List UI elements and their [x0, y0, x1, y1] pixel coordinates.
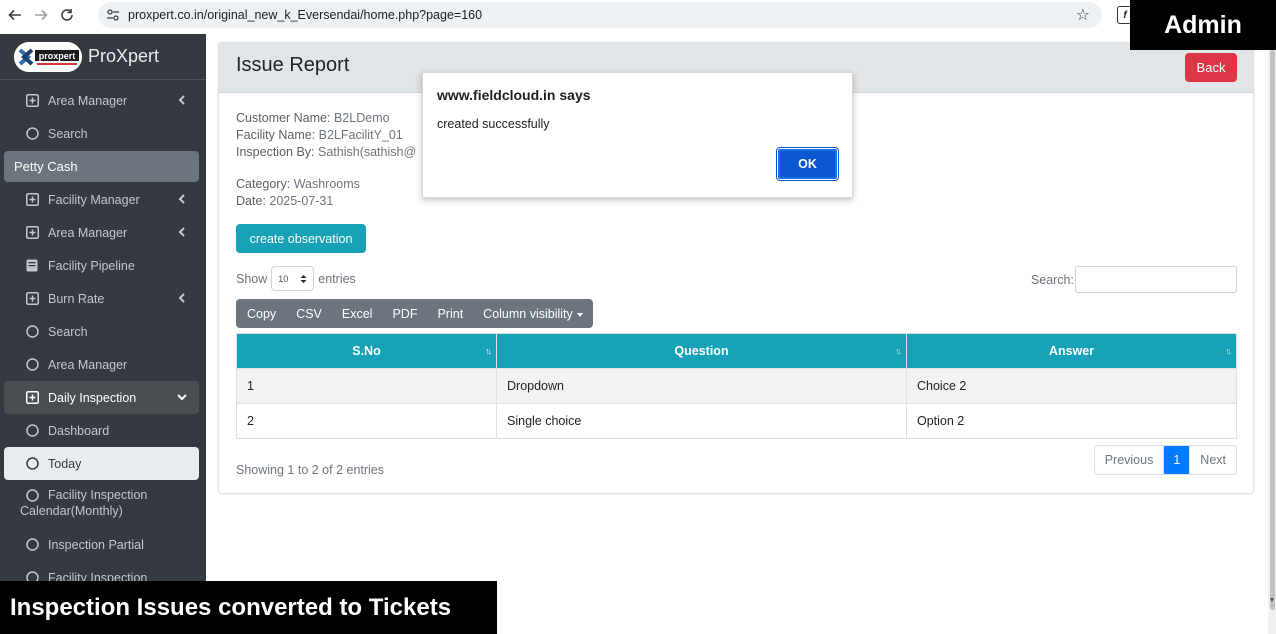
chevron-left-icon: [178, 95, 185, 105]
chevron-left-icon: [178, 194, 185, 204]
sidebar-item-facility-manager[interactable]: Facility Manager: [4, 183, 199, 216]
url-text: proxpert.co.in/original_new_k_Eversendai…: [128, 8, 483, 22]
sidebar-item-today[interactable]: Today: [4, 447, 199, 480]
issue-table: S.No ↑↓ Question ↑↓ Answer ↑↓ 1 Dropdown Ch…: [236, 333, 1237, 439]
circle-icon: [25, 538, 39, 552]
customer-name-line: Customer Name: B2LDemo: [236, 111, 390, 125]
page-title: Issue Report: [236, 54, 350, 76]
sidebar-header-petty-cash[interactable]: Petty Cash: [4, 151, 199, 182]
circle-icon: [25, 424, 39, 438]
category-line: Category: Washrooms: [236, 177, 360, 191]
select-arrows-icon: [300, 274, 307, 283]
pagination-page-1[interactable]: 1: [1164, 446, 1191, 474]
copy-button[interactable]: Copy: [236, 299, 286, 328]
bookmark-star-icon[interactable]: ☆: [1076, 5, 1090, 25]
brand[interactable]: proxpert ProXpert: [0, 34, 206, 80]
sidebar-item-search-2[interactable]: Search: [4, 315, 199, 348]
table-row: 1 Dropdown Choice 2: [236, 368, 1237, 404]
pagination-next[interactable]: Next: [1190, 446, 1236, 474]
circle-icon: [25, 127, 39, 141]
sidebar-item-area-manager-3[interactable]: Area Manager: [4, 348, 199, 381]
sort-icon: ↑↓: [1225, 346, 1232, 356]
sidebar-item-dashboard[interactable]: Dashboard: [4, 414, 199, 447]
plus-square-icon: [25, 226, 39, 240]
sidebar-item-burn-rate[interactable]: Burn Rate: [4, 282, 199, 315]
chevron-left-icon: [178, 293, 185, 303]
inspection-by-line: Inspection By: Sathish(sathish@: [236, 145, 417, 159]
chevron-down-icon: [177, 394, 187, 401]
sidebar-item-facility-pipeline[interactable]: Facility Pipeline: [4, 249, 199, 282]
back-arrow-icon[interactable]: [4, 4, 26, 26]
table-summary: Showing 1 to 2 of 2 entries: [236, 463, 385, 477]
sidebar: proxpert ProXpert Area Manager Search Pe…: [0, 34, 206, 634]
dialog-message: created successfully: [437, 117, 550, 131]
facility-name-line: Facility Name: B2LFacilitY_01: [236, 128, 403, 142]
forward-arrow-icon[interactable]: [30, 4, 52, 26]
reload-icon[interactable]: [56, 4, 78, 26]
cell-question: Single choice: [496, 403, 907, 439]
address-bar[interactable]: proxpert.co.in/original_new_k_Eversendai…: [98, 2, 1102, 28]
alert-dialog: www.fieldcloud.in says created successfu…: [422, 72, 853, 198]
dialog-title: www.fieldcloud.in says: [437, 87, 591, 103]
plus-square-icon: [25, 193, 39, 207]
search-input[interactable]: [1075, 266, 1237, 293]
cell-question: Dropdown: [496, 368, 907, 404]
column-visibility-button[interactable]: Column visibility: [473, 299, 593, 328]
search-label: Search:: [1030, 273, 1074, 287]
plus-square-icon: [25, 391, 39, 405]
column-header-question[interactable]: Question ↑↓: [496, 333, 907, 369]
chevron-left-icon: [178, 227, 185, 237]
pagination: Previous 1 Next: [1093, 445, 1237, 475]
column-header-answer[interactable]: Answer ↑↓: [906, 333, 1237, 369]
table-header-row: S.No ↑↓ Question ↑↓ Answer ↑↓: [236, 333, 1237, 369]
plus-square-icon: [25, 94, 39, 108]
brand-logo: proxpert: [14, 41, 82, 72]
caption-overlay: Inspection Issues converted to Tickets: [0, 581, 497, 634]
column-header-sno[interactable]: S.No ↑↓: [236, 333, 497, 369]
sidebar-item-search[interactable]: Search: [4, 117, 199, 150]
pdf-button[interactable]: PDF: [382, 299, 427, 328]
sidebar-item-inspection-partial[interactable]: Inspection Partial: [4, 528, 199, 561]
date-line: Date: 2025-07-31: [236, 194, 334, 208]
sidebar-item-area-manager[interactable]: Area Manager: [4, 84, 199, 117]
admin-overlay-label: Admin: [1130, 0, 1276, 50]
cell-answer: Choice 2: [906, 368, 1237, 404]
site-info-icon[interactable]: [106, 8, 120, 22]
excel-button[interactable]: Excel: [332, 299, 383, 328]
sort-ascending-icon: ↑↓: [485, 346, 492, 356]
circle-icon: [25, 489, 39, 503]
circle-icon: [25, 457, 39, 471]
brand-name: ProXpert: [88, 46, 160, 66]
create-observation-button[interactable]: create observation: [236, 224, 366, 253]
sort-icon: ↑↓: [895, 346, 902, 356]
back-button[interactable]: Back: [1185, 53, 1237, 82]
csv-button[interactable]: CSV: [286, 299, 332, 328]
circle-icon: [25, 325, 39, 339]
cell-sno: 2: [236, 403, 497, 439]
page-length-select[interactable]: 10: [271, 266, 315, 291]
scroll-down-arrow-icon[interactable]: ▼: [1268, 596, 1276, 604]
pagination-previous[interactable]: Previous: [1095, 446, 1165, 474]
dialog-ok-button[interactable]: OK: [776, 147, 839, 181]
print-button[interactable]: Print: [427, 299, 473, 328]
browser-toolbar: proxpert.co.in/original_new_k_Eversendai…: [0, 0, 1276, 30]
export-button-group: Copy CSV Excel PDF Print Column visibili…: [236, 299, 593, 328]
cell-answer: Option 2: [906, 403, 1237, 439]
table-row: 2 Single choice Option 2: [236, 403, 1237, 439]
sidebar-item-area-manager-2[interactable]: Area Manager: [4, 216, 199, 249]
scrollbar-thumb[interactable]: [1270, 50, 1275, 610]
sidebar-item-facility-inspection-calendar[interactable]: Facility Inspection Calendar(Monthly): [4, 480, 199, 528]
cell-sno: 1: [236, 368, 497, 404]
svg-text:proxpert: proxpert: [39, 51, 76, 61]
plus-square-icon: [25, 292, 39, 306]
circle-icon: [25, 358, 39, 372]
page-length-control: Show 10 entries: [236, 266, 356, 291]
sidebar-item-daily-inspection[interactable]: Daily Inspection: [4, 381, 199, 414]
caret-down-icon: [576, 312, 583, 317]
book-icon: [25, 259, 39, 273]
